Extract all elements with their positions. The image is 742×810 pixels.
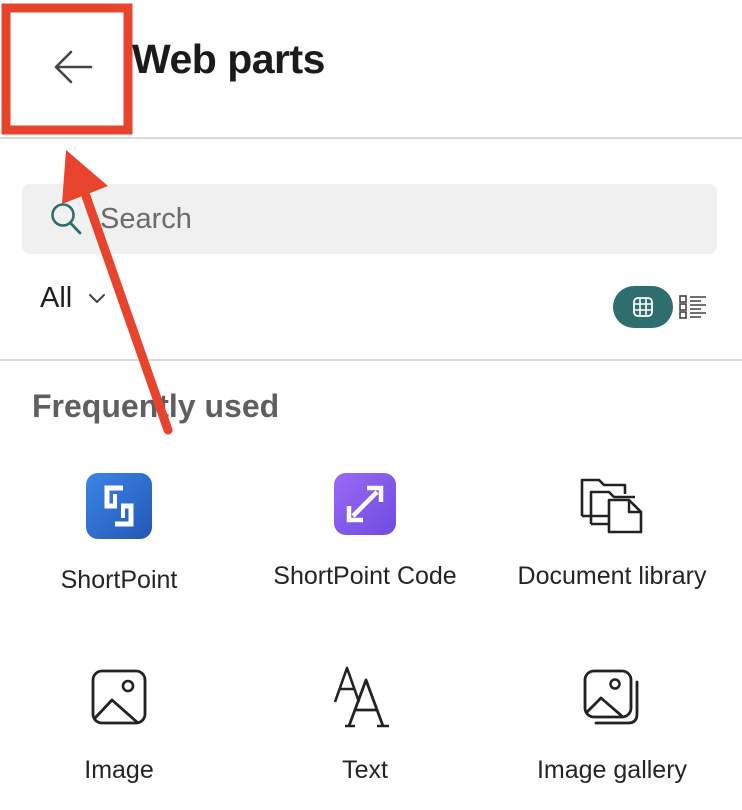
chevron-down-icon bbox=[89, 293, 106, 303]
webpart-image-gallery[interactable]: Image gallery bbox=[489, 668, 735, 810]
text-icon bbox=[333, 666, 389, 728]
webpart-label: Image gallery bbox=[536, 756, 688, 784]
search-input[interactable] bbox=[100, 202, 660, 236]
page-title: Web parts bbox=[132, 36, 325, 82]
section-title: Frequently used bbox=[32, 388, 280, 424]
document-library-icon bbox=[580, 478, 643, 534]
back-button[interactable] bbox=[18, 22, 128, 112]
webpart-shortpoint-code[interactable]: ShortPoint Code bbox=[242, 472, 488, 622]
arrow-left-icon bbox=[54, 50, 93, 84]
panel-header: Web parts bbox=[0, 0, 742, 138]
webpart-shortpoint[interactable]: ShortPoint bbox=[0, 472, 242, 622]
webpart-label: Text bbox=[342, 756, 388, 784]
shortpoint-code-icon bbox=[334, 473, 396, 535]
header-divider bbox=[0, 137, 742, 139]
webpart-label: ShortPoint Code bbox=[273, 562, 457, 590]
shortpoint-logo-icon bbox=[86, 473, 152, 539]
image-icon bbox=[91, 669, 147, 725]
webpart-label: Document library bbox=[517, 562, 707, 590]
search-box[interactable] bbox=[22, 184, 717, 254]
grid-icon bbox=[633, 297, 653, 317]
filter-dropdown[interactable]: All bbox=[40, 282, 106, 315]
search-icon bbox=[51, 203, 82, 235]
webpart-image[interactable]: Image bbox=[0, 668, 242, 810]
webpart-text[interactable]: Text bbox=[242, 664, 488, 810]
webpart-document-library[interactable]: Document library bbox=[489, 472, 735, 622]
webpart-label: ShortPoint bbox=[60, 566, 178, 594]
list-view-toggle[interactable] bbox=[678, 292, 708, 322]
image-gallery-icon bbox=[583, 669, 639, 725]
filter-label: All bbox=[40, 282, 73, 314]
toolbar-divider bbox=[0, 359, 742, 361]
grid-view-toggle[interactable] bbox=[613, 286, 673, 328]
list-icon bbox=[679, 295, 706, 319]
webpart-label: Image bbox=[84, 756, 154, 784]
